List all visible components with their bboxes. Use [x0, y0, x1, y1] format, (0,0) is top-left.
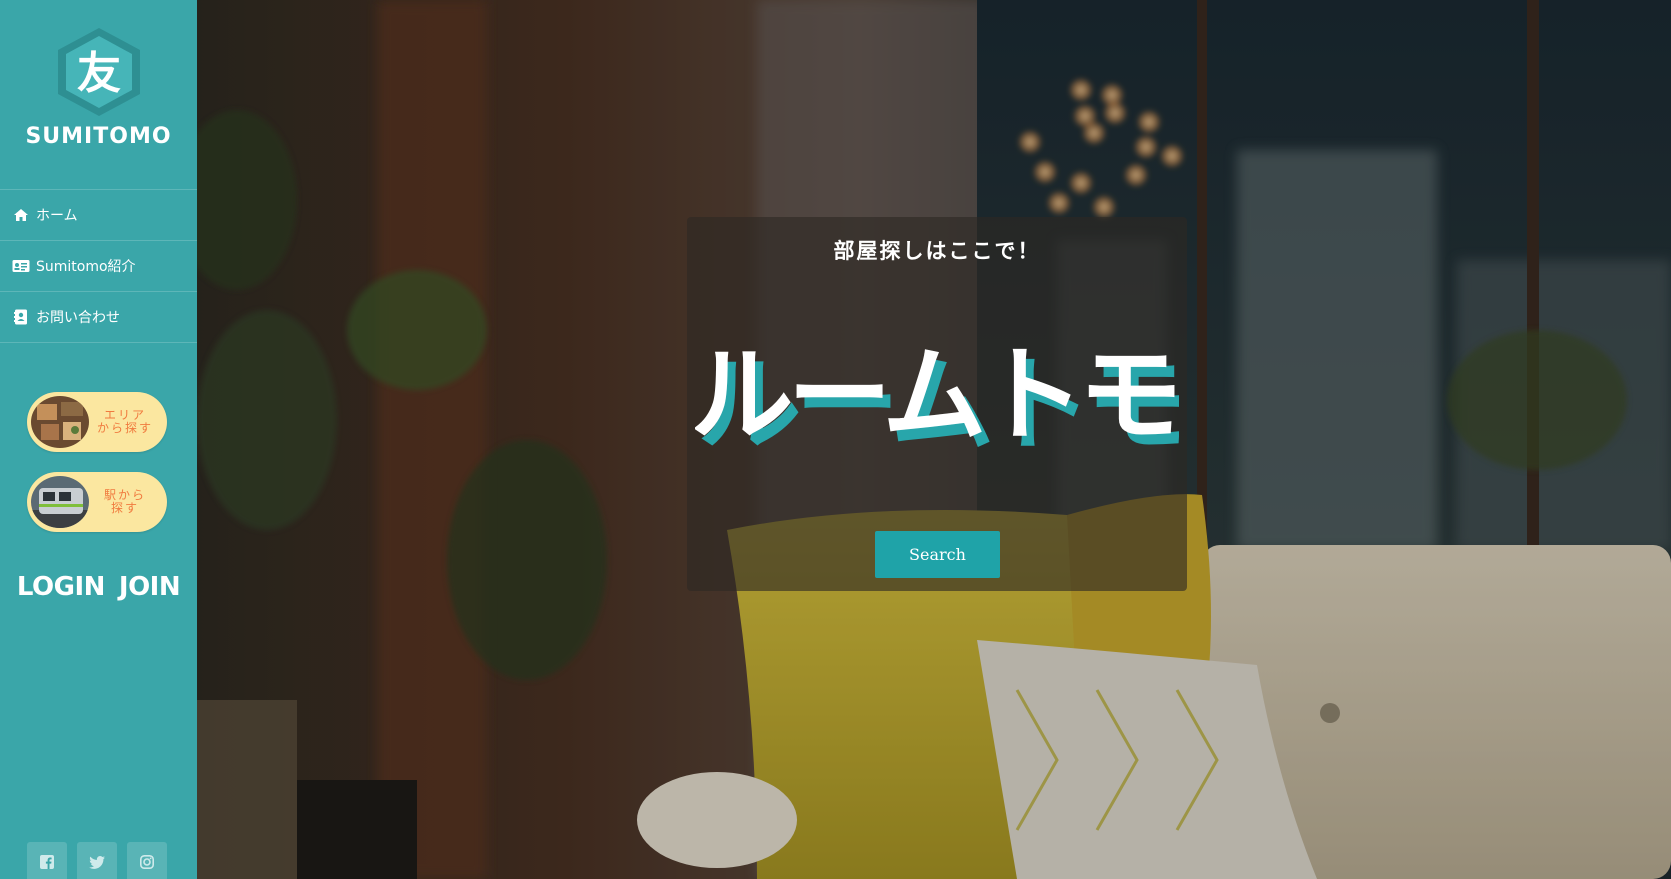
twitter-icon — [89, 855, 105, 869]
search-by-area-button[interactable]: エリア から探す — [27, 392, 167, 452]
search-by-area-label: エリア から探す — [96, 408, 153, 435]
join-link[interactable]: JOIN — [119, 572, 181, 602]
home-icon — [12, 206, 30, 224]
twitter-button[interactable] — [77, 842, 117, 879]
hero-heading: 部屋探しはここで！ — [833, 239, 1041, 263]
social-links — [27, 842, 167, 879]
search-button[interactable]: Search — [875, 531, 1000, 578]
search-by-station-button[interactable]: 駅から 探す — [27, 472, 167, 532]
room-thumbnail — [31, 396, 89, 448]
room-tomo-logo: ルームトモ ルームトモ — [695, 334, 1179, 463]
facebook-button[interactable] — [27, 842, 67, 879]
brand-name: SUMITOMO — [25, 124, 172, 149]
logo-text: ルームトモ — [695, 334, 1176, 456]
auth-links: LOGIN JOIN — [0, 572, 197, 602]
nav-item-home[interactable]: ホーム — [0, 190, 197, 241]
kanji-hexagon-logo-icon: 友 — [57, 28, 140, 116]
svg-text:友: 友 — [77, 48, 121, 99]
facebook-icon — [40, 855, 54, 869]
address-book-icon — [12, 308, 30, 326]
train-thumbnail — [31, 476, 89, 528]
id-card-icon — [12, 257, 30, 275]
search-by-station-label: 駅から 探す — [103, 488, 146, 515]
nav-item-label: Sumitomo紹介 — [36, 259, 136, 275]
nav-item-label: ホーム — [36, 208, 78, 224]
login-link[interactable]: LOGIN — [17, 572, 106, 602]
nav-item-about[interactable]: Sumitomo紹介 — [0, 241, 197, 292]
instagram-icon — [140, 855, 154, 869]
main-nav: ホーム Sumitomo紹介 お問い合わせ — [0, 189, 197, 343]
logo[interactable]: 友 SUMITOMO — [0, 26, 197, 149]
sidebar: 友 SUMITOMO ホーム Sumitomo紹介 お問い合わせ エリア から探… — [0, 0, 197, 879]
nav-item-label: お問い合わせ — [36, 310, 120, 326]
search-card: 部屋探しはここで！ ルームトモ ルームトモ Search — [687, 217, 1187, 591]
nav-item-contact[interactable]: お問い合わせ — [0, 292, 197, 343]
instagram-button[interactable] — [127, 842, 167, 879]
